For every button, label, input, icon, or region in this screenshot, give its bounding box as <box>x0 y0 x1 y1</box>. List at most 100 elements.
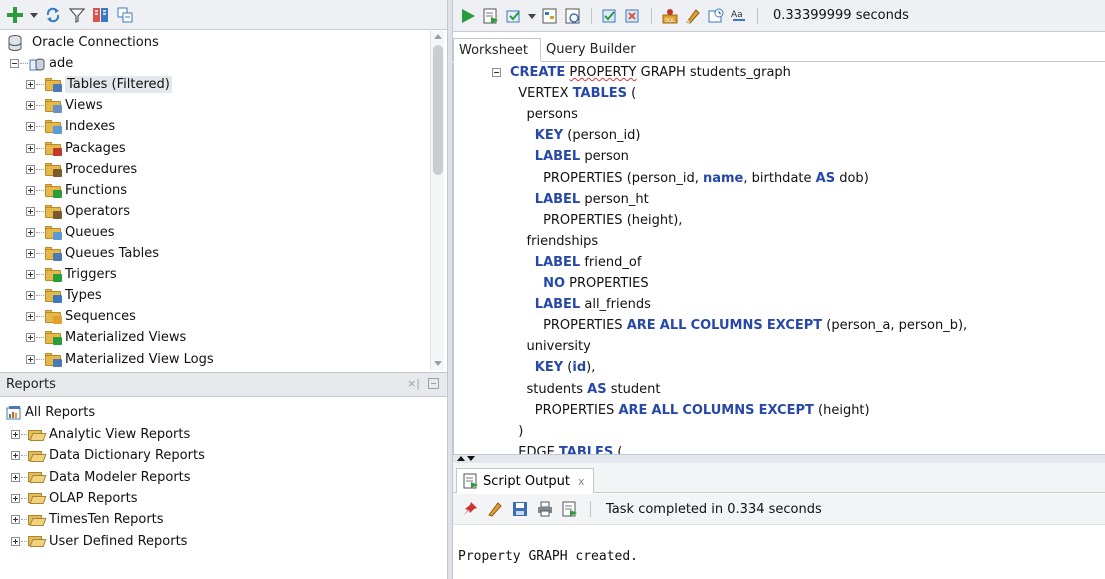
connections-scrollbar[interactable] <box>430 31 444 370</box>
expand-toggle-icon[interactable] <box>26 122 35 132</box>
editor-output-splitter[interactable] <box>453 454 1105 463</box>
report-folder[interactable]: Data Dictionary Reports <box>11 445 205 466</box>
tree-connector <box>36 210 44 212</box>
report-folder[interactable]: Analytic View Reports <box>11 424 190 445</box>
tree-connector <box>21 519 27 521</box>
tree-connector <box>21 434 27 435</box>
sql-tuning-icon[interactable]: SQL <box>661 7 679 25</box>
functions-folder-icon <box>45 183 62 198</box>
chevron-down-icon[interactable] <box>30 6 38 24</box>
minimize-icon[interactable] <box>428 378 439 389</box>
svg-text:SQL: SQL <box>665 18 675 24</box>
run-statement-icon[interactable] <box>459 7 477 25</box>
expand-up-icon[interactable] <box>457 456 465 461</box>
tables-folder-icon <box>45 78 62 93</box>
commit-transaction-icon[interactable] <box>601 7 619 25</box>
expand-toggle-icon[interactable] <box>11 536 20 546</box>
expand-down-icon[interactable] <box>467 456 475 461</box>
new-connection-icon[interactable] <box>6 6 24 24</box>
code-line: university <box>526 339 591 355</box>
tree-node[interactable]: Queues Tables <box>26 243 159 264</box>
refresh-icon[interactable] <box>44 6 62 24</box>
tree-node[interactable]: Tables (Filtered) <box>26 74 172 95</box>
all-reports-node[interactable]: All Reports <box>6 402 95 423</box>
clear-icon[interactable] <box>684 7 702 25</box>
tree-node[interactable]: Indexes <box>26 116 115 137</box>
tree-node[interactable]: ade <box>10 53 73 74</box>
tree-node[interactable]: Procedures <box>26 159 137 180</box>
tree-node[interactable]: Types <box>26 285 102 306</box>
output-tabs: Script Output x <box>453 463 1105 493</box>
explain-plan-icon[interactable] <box>541 7 559 25</box>
sql-editor[interactable]: CREATE PROPERTY GRAPH students_graph VER… <box>453 63 1105 454</box>
expand-toggle-icon[interactable] <box>26 333 35 343</box>
tree-node[interactable]: Oracle Connections <box>8 32 159 53</box>
scroll-thumb[interactable] <box>433 45 443 175</box>
code-line: friendships <box>526 233 599 249</box>
script-output-area[interactable]: Property GRAPH created. <box>453 526 1105 579</box>
folder-open-icon <box>28 514 47 526</box>
filter-icon[interactable] <box>68 6 86 24</box>
tree-connector <box>21 540 27 542</box>
clear-output-icon[interactable] <box>486 500 504 518</box>
fold-toggle-icon[interactable] <box>492 68 501 77</box>
commit-icon[interactable] <box>505 7 523 25</box>
expand-toggle-icon[interactable] <box>26 206 35 216</box>
tree-node[interactable]: Views <box>26 95 103 116</box>
collapse-all-icon[interactable] <box>116 6 134 24</box>
scroll-up-icon[interactable] <box>434 34 442 39</box>
tree-node[interactable]: Functions <box>26 180 127 201</box>
report-folder[interactable]: TimesTen Reports <box>11 509 164 530</box>
expand-toggle-icon[interactable] <box>26 249 35 258</box>
tab-query-builder[interactable]: Query Builder <box>541 37 648 61</box>
expand-toggle-icon[interactable] <box>26 312 35 322</box>
expand-toggle-icon[interactable] <box>26 227 35 237</box>
expand-toggle-icon[interactable] <box>11 493 20 503</box>
expand-toggle-icon[interactable] <box>26 291 35 301</box>
tab-script-output[interactable]: Script Output x <box>456 468 594 493</box>
format-case-icon[interactable]: Aa <box>730 7 748 25</box>
tree-node-label: Indexes <box>65 119 116 135</box>
print-icon[interactable] <box>536 500 554 518</box>
tree-node[interactable]: Queues <box>26 222 114 243</box>
report-folder-label: Analytic View Reports <box>49 427 191 442</box>
expand-toggle-icon[interactable] <box>26 354 35 364</box>
report-folder[interactable]: User Defined Reports <box>11 531 187 552</box>
expand-toggle-icon[interactable] <box>11 451 20 461</box>
expand-toggle-icon[interactable] <box>26 143 35 153</box>
expand-toggle-icon[interactable] <box>11 430 20 439</box>
expand-toggle-icon[interactable] <box>26 270 35 280</box>
report-folder[interactable]: OLAP Reports <box>11 488 138 509</box>
expand-toggle-icon[interactable] <box>11 515 20 525</box>
tree-node-label: Packages <box>65 140 126 156</box>
run-script-icon[interactable] <box>482 7 500 25</box>
save-icon[interactable] <box>511 500 529 518</box>
tree-node[interactable]: Packages <box>26 138 126 159</box>
chevron-down-icon[interactable] <box>528 7 536 25</box>
tree-node[interactable]: Materialized View Logs <box>26 349 214 370</box>
tree-node[interactable]: Materialized Views <box>26 327 186 348</box>
tab-worksheet[interactable]: Worksheet <box>453 38 542 62</box>
schema-browser-icon[interactable] <box>92 6 110 24</box>
expand-toggle-icon[interactable] <box>26 164 35 174</box>
scroll-down-icon[interactable] <box>434 361 442 366</box>
expand-toggle-icon[interactable] <box>11 472 20 482</box>
script-output-label: Script Output <box>483 473 570 489</box>
close-icon[interactable]: ×| <box>407 377 420 390</box>
tree-node-label: Queues <box>65 224 115 240</box>
expand-toggle-icon[interactable] <box>26 185 35 195</box>
close-icon[interactable]: x <box>578 475 585 488</box>
rollback-icon[interactable] <box>624 7 642 25</box>
run-script-icon[interactable] <box>561 500 579 518</box>
sql-history-icon[interactable] <box>707 7 725 25</box>
reports-header: Reports ×| <box>0 372 447 397</box>
tree-node[interactable]: Sequences <box>26 306 136 327</box>
expand-toggle-icon[interactable] <box>26 80 35 90</box>
autotrace-icon[interactable] <box>564 7 582 25</box>
report-folder[interactable]: Data Modeler Reports <box>11 467 191 488</box>
tree-node[interactable]: Triggers <box>26 264 117 285</box>
tree-node[interactable]: Operators <box>26 201 130 222</box>
collapse-toggle-icon[interactable] <box>10 59 19 69</box>
expand-toggle-icon[interactable] <box>26 101 35 111</box>
pin-icon[interactable] <box>461 500 479 518</box>
